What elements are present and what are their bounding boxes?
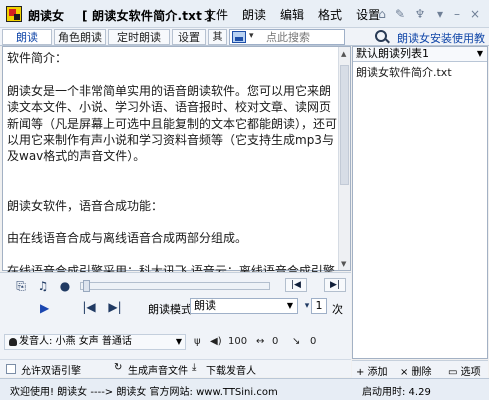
scroll-down-icon[interactable]: ▼: [341, 260, 346, 268]
skin-icon[interactable]: ✎: [393, 7, 407, 21]
generate-audio-button[interactable]: 生成声音文件: [128, 362, 188, 377]
file-title: [ 朗读女软件简介.txt ]: [82, 9, 213, 23]
download-voice-button[interactable]: 下载发音人: [206, 362, 256, 377]
image-search-icon[interactable]: [232, 31, 246, 43]
chevron-down-icon: ▼: [175, 337, 182, 346]
progress-slider[interactable]: [80, 280, 270, 292]
music-icon[interactable]: ♫: [36, 279, 50, 293]
playlist-select[interactable]: 默认朗读列表1 ▼: [353, 47, 487, 62]
editor-scrollbar[interactable]: ▲ ▼: [338, 47, 350, 270]
speaker-value: 发音人: 小燕 女声 普通话: [19, 336, 132, 347]
dropdown-icon[interactable]: ▾: [433, 7, 447, 21]
progress-thumb[interactable]: [83, 280, 90, 292]
speed-icon[interactable]: ↔: [256, 336, 264, 347]
generate-audio-icon: ↻: [114, 362, 123, 373]
options-button[interactable]: ▭ 选项: [448, 363, 481, 378]
playlist-select-value: 默认朗读列表1: [356, 47, 429, 60]
repeat-count-input[interactable]: 1: [311, 298, 327, 314]
tab-settings[interactable]: 设置: [172, 29, 206, 45]
add-button[interactable]: + 添加: [356, 363, 388, 378]
delete-button[interactable]: × 删除: [400, 363, 432, 378]
editor-content[interactable]: 软件简介： 朗读女是一个非常简单实用的语音朗读软件。您可以用它来朗读文本文件、小…: [7, 50, 337, 296]
chevron-down-icon: ▼: [286, 301, 293, 310]
shirt-icon[interactable]: ♆: [413, 7, 427, 21]
tab-read[interactable]: 朗读: [2, 29, 52, 45]
pitch-value[interactable]: 0: [310, 336, 316, 347]
status-clock: 启动用时: 4.29: [362, 387, 431, 398]
allow-bilingual-label: 允许双语引擎: [21, 366, 81, 377]
menu-edit[interactable]: 编辑: [280, 6, 304, 23]
search-input[interactable]: [266, 30, 342, 44]
read-mode-value: 朗读: [194, 299, 216, 312]
playlist-panel: 默认朗读列表1 ▼ 朗读女软件简介.txt: [352, 46, 488, 359]
volume-value[interactable]: 100: [228, 336, 247, 347]
home-icon[interactable]: ⌂: [375, 7, 389, 21]
play-button[interactable]: ▶: [40, 301, 49, 315]
read-mode-label: 朗读模式:: [148, 303, 196, 316]
skip-forward-icon[interactable]: ▶|: [108, 300, 122, 314]
app-logo-icon: [6, 6, 22, 22]
allow-bilingual-checkbox[interactable]: [6, 364, 16, 374]
export-icon[interactable]: ⎘: [14, 279, 28, 293]
menu-read[interactable]: 朗读: [242, 6, 266, 23]
menu-format[interactable]: 格式: [318, 6, 342, 23]
person-icon: [9, 338, 17, 346]
text-editor[interactable]: 软件简介： 朗读女是一个非常简单实用的语音朗读软件。您可以用它来朗读文本文件、小…: [2, 46, 351, 295]
close-icon[interactable]: ×: [468, 7, 482, 21]
minimize-icon[interactable]: –: [450, 7, 464, 21]
menu-file[interactable]: 文件: [204, 6, 228, 23]
voice-engine-icon[interactable]: ψ: [194, 336, 201, 347]
search-box: ▾: [229, 29, 345, 45]
search-icon[interactable]: [375, 30, 387, 42]
pitch-icon[interactable]: ↘: [292, 336, 300, 347]
volume-icon[interactable]: ◀): [210, 336, 222, 347]
speaker-row: 发音人: 小燕 女声 普通话 ▼ ψ ◀) 100 ↔ 0 ↘ 0: [0, 334, 351, 352]
chevron-down-icon: ▼: [476, 49, 483, 58]
search-type-caret-icon[interactable]: ▾: [249, 31, 254, 41]
status-welcome: 欢迎使用! 朗读女 ----> 朗读女 官方网站: www.TTSini.com: [10, 387, 278, 398]
read-mode-select[interactable]: 朗读 ▼: [190, 298, 298, 314]
scroll-up-icon[interactable]: ▲: [341, 50, 346, 58]
title-bar: 朗读女 [ 朗读女软件简介.txt ] 文件 朗读 编辑 格式 设置 ⌂ ✎ ♆…: [0, 0, 489, 28]
skip-back-icon[interactable]: |◀: [82, 300, 96, 314]
speed-value[interactable]: 0: [272, 336, 278, 347]
tab-other[interactable]: 其他: [208, 29, 227, 59]
playlist-item[interactable]: 朗读女软件简介.txt: [356, 64, 452, 80]
next-track-button[interactable]: ▶|: [324, 278, 346, 292]
status-bar: 欢迎使用! 朗读女 ----> 朗读女 官方网站: www.TTSini.com…: [0, 378, 489, 400]
actions-row: 允许双语引擎 ↻ 生成声音文件 ⤓ 下载发音人: [0, 359, 351, 377]
tab-timed-read[interactable]: 定时朗读: [108, 29, 170, 45]
speaker-select[interactable]: 发音人: 小燕 女声 普通话 ▼: [4, 334, 186, 350]
download-icon: ⤓: [192, 362, 197, 373]
tab-role-read[interactable]: 角色朗读: [54, 29, 106, 45]
scroll-thumb[interactable]: [340, 65, 349, 185]
menu-bar: 文件 朗读 编辑 格式 设置: [204, 6, 380, 23]
repeat-count-suffix: 次: [332, 303, 343, 316]
microphone-icon[interactable]: ●: [58, 279, 72, 293]
tab-bar: 朗读 角色朗读 定时朗读 设置 其他 ▾ 朗读女安装使用教程: [0, 28, 489, 61]
playlist-actions: + 添加 × 删除 ▭ 选项: [352, 360, 488, 378]
prev-track-button[interactable]: |◀: [285, 278, 307, 292]
app-title: 朗读女: [28, 9, 65, 23]
